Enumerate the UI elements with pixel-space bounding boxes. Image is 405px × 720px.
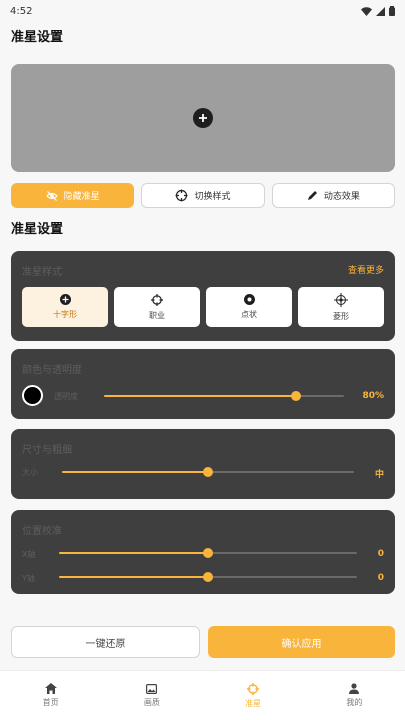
color-card-title: 颜色与透明度 <box>22 365 82 376</box>
pencil-icon <box>307 191 317 200</box>
target-icon <box>151 293 163 306</box>
confirm-button[interactable]: 确认应用 <box>208 626 395 658</box>
dynamic-effect-label: 动态效果 <box>323 192 360 202</box>
x-axis-slider[interactable] <box>59 547 357 559</box>
status-icons <box>361 6 395 16</box>
y-axis-label: Y轴 <box>22 574 35 583</box>
dot-circle-icon <box>243 294 255 305</box>
tab-crosshair[interactable]: 准星 <box>203 671 304 720</box>
battery-icon <box>389 6 395 16</box>
style-option-label: 职业 <box>149 310 165 320</box>
slider-fill <box>62 471 208 473</box>
position-card-title: 位置校准 <box>22 526 62 537</box>
size-slider[interactable] <box>62 466 354 478</box>
tab-label: 画质 <box>143 697 160 707</box>
opacity-slider[interactable] <box>104 390 344 402</box>
wifi-icon <box>361 6 372 16</box>
color-swatch[interactable] <box>22 385 43 406</box>
crosshair-icon <box>175 189 188 202</box>
size-value: 中 <box>374 470 384 480</box>
tab-label: 首页 <box>42 698 59 707</box>
signal-icon <box>376 6 385 16</box>
style-option-diamond[interactable]: 菱形 <box>298 287 384 327</box>
position-card: 位置校准 X轴 0 Y轴 0 <box>11 510 395 594</box>
status-time: 4:52 <box>10 5 33 17</box>
slider-thumb[interactable] <box>203 548 213 558</box>
style-option-label: 十字形 <box>53 310 77 319</box>
size-card: 尺寸与粗细 大小 中 <box>11 429 395 499</box>
size-label: 大小 <box>22 468 38 477</box>
opacity-value: 80% <box>362 391 384 401</box>
tab-label: 准星 <box>245 698 262 708</box>
color-opacity-card: 颜色与透明度 透明度 80% <box>11 349 395 419</box>
style-option-label: 菱形 <box>333 311 349 321</box>
crosshair-icon <box>247 682 260 695</box>
x-axis-label: X轴 <box>22 550 36 559</box>
opacity-label: 透明度 <box>54 392 78 401</box>
style-options: 十字形 职业 点状 菱形 <box>22 287 384 327</box>
switch-style-label: 切换样式 <box>194 192 231 202</box>
home-icon <box>44 683 57 694</box>
reset-button[interactable]: 一键还原 <box>11 626 200 658</box>
switch-style-button[interactable]: 切换样式 <box>141 183 265 208</box>
page-title: 准星设置 <box>11 30 64 45</box>
crosshair-plus-icon <box>193 108 213 128</box>
slider-thumb[interactable] <box>291 391 301 401</box>
style-option-pro[interactable]: 职业 <box>114 287 200 327</box>
style-card-title: 准星样式 <box>22 267 62 278</box>
user-icon <box>349 683 360 694</box>
y-axis-value: 0 <box>377 573 384 583</box>
action-buttons: 一键还原 确认应用 <box>11 626 395 658</box>
dynamic-effect-button[interactable]: 动态效果 <box>271 183 395 208</box>
slider-fill <box>104 395 296 397</box>
hide-crosshair-button[interactable]: 隐藏准星 <box>11 183 135 208</box>
style-option-label: 点状 <box>241 310 257 319</box>
status-bar: 4:52 <box>0 0 405 22</box>
eye-off-icon <box>45 190 58 201</box>
size-card-title: 尺寸与粗细 <box>22 445 72 456</box>
crosshair-preview <box>11 64 395 172</box>
slider-fill <box>59 576 208 578</box>
section-title: 准星设置 <box>11 222 64 237</box>
view-more-link[interactable]: 查看更多 <box>348 263 384 276</box>
diamond-crosshair-icon <box>334 292 348 307</box>
image-icon <box>146 683 158 694</box>
tab-profile[interactable]: 我的 <box>304 671 405 720</box>
style-option-dot[interactable]: 点状 <box>206 287 292 327</box>
y-axis-slider[interactable] <box>59 571 357 583</box>
plus-circle-icon <box>59 294 71 305</box>
slider-thumb[interactable] <box>203 467 213 477</box>
x-axis-value: 0 <box>377 549 384 559</box>
slider-fill <box>59 552 208 554</box>
bottom-tab-bar: 首页 画质 准星 我的 <box>0 670 405 720</box>
hide-crosshair-label: 隐藏准星 <box>63 192 100 202</box>
slider-thumb[interactable] <box>203 572 213 582</box>
crosshair-style-card: 准星样式 查看更多 十字形 职业 点状 菱形 <box>11 251 395 341</box>
style-option-cross[interactable]: 十字形 <box>22 287 108 327</box>
tab-label: 我的 <box>346 698 363 707</box>
toolbar: 隐藏准星 切换样式 动态效果 <box>11 183 395 208</box>
tab-home[interactable]: 首页 <box>0 671 101 720</box>
tab-quality[interactable]: 画质 <box>101 671 202 720</box>
